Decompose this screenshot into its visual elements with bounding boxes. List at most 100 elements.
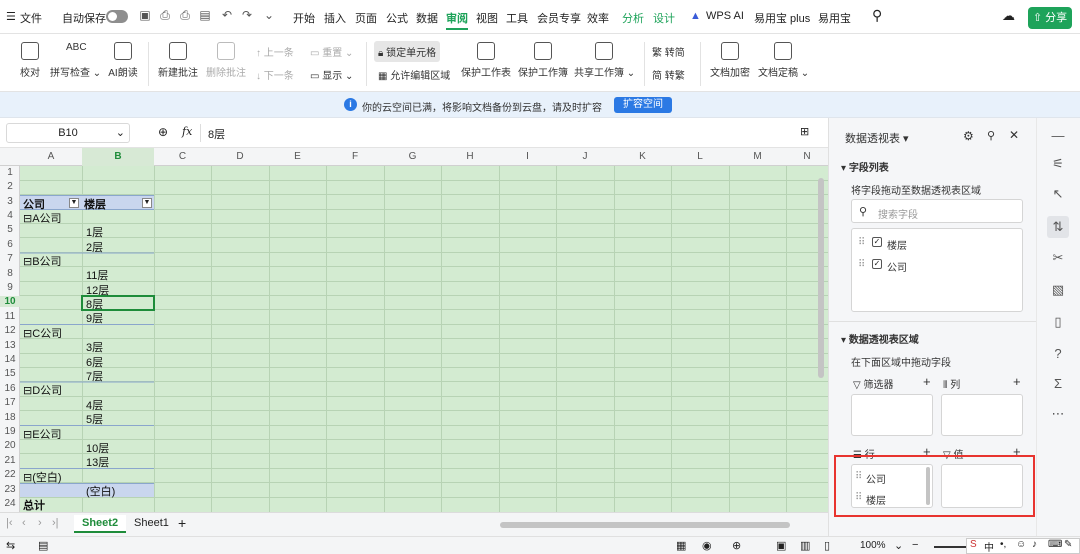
row-header[interactable]: 19 [0, 426, 20, 437]
reset-button[interactable]: ▭ 重置 ⌄ [310, 44, 353, 59]
pivot-company-row[interactable]: ⊟(空白) [23, 469, 62, 485]
autosave-toggle[interactable] [106, 10, 128, 23]
ime-logo-icon[interactable]: S [970, 539, 977, 550]
tab-page[interactable]: 页面 [355, 10, 377, 26]
formula-input[interactable]: 8层 [208, 126, 225, 142]
fx-button[interactable]: fx [182, 125, 192, 138]
pivot-floor-cell[interactable]: 3层 [86, 339, 103, 355]
wrench-icon[interactable]: ✎ [1064, 539, 1072, 550]
pivot-company-row[interactable]: ⊟E公司 [23, 426, 62, 442]
pivot-floor-cell[interactable]: 13层 [86, 454, 109, 470]
row-header[interactable]: 10 [0, 296, 20, 307]
field-list-section[interactable]: ▾ 字段列表 [841, 159, 889, 174]
show-button[interactable]: ▭ 显示 ⌄ [310, 67, 353, 82]
expand-formula-icon[interactable]: ⊞ [800, 125, 809, 138]
tab-analyze[interactable]: 分析 [622, 10, 644, 26]
macro-icon[interactable]: ⇆ [6, 539, 15, 552]
protect-workbook-button[interactable]: 保护工作簿 [516, 42, 570, 79]
spelling-check-button[interactable]: ABC 拼写检查 ⌄ [50, 42, 101, 79]
search-icon[interactable]: ⚲ [872, 7, 882, 24]
collapse-icon[interactable]: ⊟ [23, 328, 32, 340]
print-preview-icon[interactable]: ▤ [198, 8, 212, 24]
zoom-slider[interactable] [934, 546, 966, 548]
row-header[interactable]: 6 [0, 239, 20, 250]
sheet-tab-active[interactable]: Sheet2 [74, 515, 127, 533]
collapse-icon[interactable]: ⊟ [23, 472, 32, 484]
tab-member[interactable]: 会员专享 [537, 10, 581, 26]
chevron-down-icon[interactable]: ⌄ [894, 539, 903, 552]
expand-space-button[interactable]: 扩容空间 [614, 97, 672, 113]
drag-handle-icon[interactable]: ⠿ [858, 259, 865, 270]
tab-view[interactable]: 视图 [476, 10, 498, 26]
column-header[interactable]: A [20, 151, 82, 162]
column-header[interactable]: J [556, 151, 614, 162]
allow-edit-range-button[interactable]: ▦ 允许编辑区域 [378, 67, 450, 82]
row-header[interactable]: 7 [0, 253, 20, 264]
zoom-out-icon[interactable]: − [912, 539, 918, 551]
export-icon[interactable]: ⎙ [158, 8, 172, 24]
pivot-floor-cell[interactable]: 2层 [86, 239, 103, 255]
mic-icon[interactable]: ♪ [1032, 539, 1037, 550]
finalize-button[interactable]: 文档定稿 ⌄ [758, 42, 809, 79]
row-header[interactable]: 21 [0, 455, 20, 466]
add-filter-icon[interactable]: + [923, 374, 931, 389]
to-traditional-button[interactable]: 简 转繁 [652, 67, 685, 82]
field-search-box[interactable]: ⚲ 搜索字段 [851, 199, 1023, 223]
search-field-input[interactable]: 搜索字段 [878, 206, 918, 221]
column-header[interactable]: N [786, 151, 828, 162]
new-comment-button[interactable]: 新建批注 [156, 42, 200, 79]
filter-dropdown-icon[interactable]: ▼ [69, 198, 79, 208]
zoom-search-icon[interactable]: ⊕ [158, 125, 168, 139]
spellcheck-button[interactable]: 校对 [16, 42, 44, 79]
column-header[interactable]: F [326, 151, 384, 162]
tab-wps-ai[interactable]: WPS AI [706, 10, 744, 22]
add-sheet-icon[interactable]: + [178, 515, 186, 531]
close-icon[interactable]: ✕ [1009, 128, 1019, 142]
tools-icon[interactable]: ✂ [1050, 250, 1066, 266]
next-comment-button[interactable]: ↓ 下一条 [256, 67, 294, 82]
emoji-icon[interactable]: ☺ [1016, 539, 1026, 550]
column-header[interactable]: D [211, 151, 269, 162]
tab-formula[interactable]: 公式 [386, 10, 408, 26]
sliders-icon[interactable]: ⚟ [1050, 156, 1066, 172]
field-checkbox[interactable]: ✓ [872, 259, 882, 269]
column-header[interactable]: C [154, 151, 211, 162]
tab-efficiency[interactable]: 效率 [587, 10, 609, 26]
pivot-company-row[interactable]: ⊟C公司 [23, 325, 62, 341]
field-item-company[interactable]: 公司 [887, 259, 907, 274]
tab-design[interactable]: 设计 [653, 10, 675, 26]
collapse-icon[interactable]: ⊟ [23, 385, 32, 397]
lock-cell-button[interactable]: 🔒︎ 锁定单元格 [374, 41, 441, 62]
horizontal-scrollbar[interactable] [500, 522, 790, 528]
ime-mode[interactable]: 中 [984, 539, 994, 554]
row-header[interactable]: 14 [0, 354, 20, 365]
panel-title[interactable]: 数据透视表 ▾ [845, 130, 909, 146]
column-header[interactable]: E [269, 151, 326, 162]
row-header[interactable]: 20 [0, 440, 20, 451]
row-header[interactable]: 22 [0, 469, 20, 480]
collapse-icon[interactable]: ⊟ [23, 213, 32, 225]
print-icon[interactable]: ⎙ [178, 8, 192, 24]
column-header[interactable]: K [614, 151, 671, 162]
pivot-company-row[interactable]: ⊟D公司 [23, 382, 62, 398]
pivot-floor-cell[interactable]: (空白) [86, 483, 115, 499]
sigma-icon[interactable]: Σ [1050, 376, 1066, 392]
tab-insert[interactable]: 插入 [324, 10, 346, 26]
file-menu[interactable]: 文件 [20, 10, 42, 26]
row-header[interactable]: 2 [0, 181, 20, 192]
pivot-floor-cell[interactable]: 1层 [86, 224, 103, 240]
pivot-company-row[interactable]: ⊟A公司 [23, 210, 62, 226]
sheet-tab[interactable]: Sheet1 [134, 517, 169, 529]
cursor-icon[interactable]: ↖ [1050, 186, 1066, 202]
column-header[interactable]: I [499, 151, 556, 162]
vertical-scrollbar[interactable] [818, 178, 824, 378]
row-header[interactable]: 4 [0, 210, 20, 221]
row-header[interactable]: 3 [0, 196, 20, 207]
pivot-floor-cell[interactable]: 5层 [86, 411, 103, 427]
tab-tools[interactable]: 工具 [506, 10, 528, 26]
collapse-icon[interactable]: ⊟ [23, 429, 32, 441]
zoom-level[interactable]: 100% [860, 540, 886, 551]
row-header[interactable]: 12 [0, 325, 20, 336]
collapse-icon[interactable]: ⊟ [23, 256, 32, 268]
row-header[interactable]: 9 [0, 282, 20, 293]
